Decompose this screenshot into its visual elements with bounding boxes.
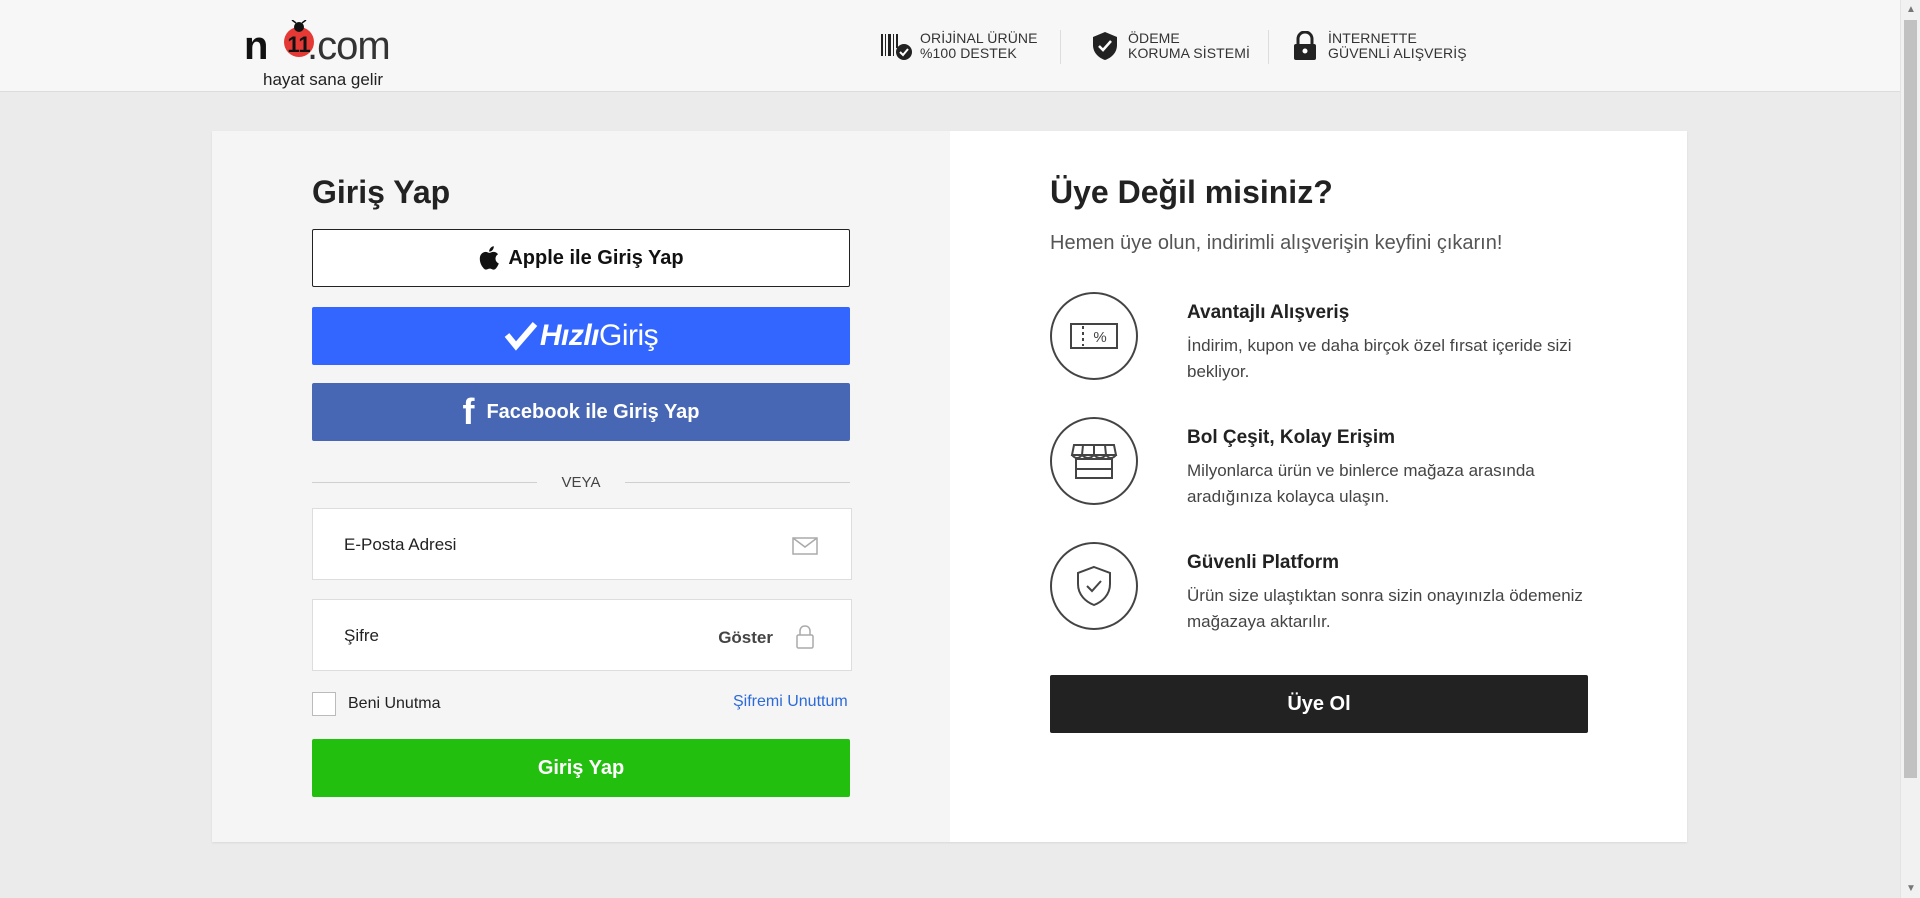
trust-original-products: ORİJİNAL ÜRÜNE %100 DESTEK (880, 28, 1038, 64)
barcode-check-icon (880, 29, 914, 63)
shield-check-icon (1088, 29, 1122, 63)
lock-icon (1288, 29, 1322, 63)
n11-logo[interactable]: n11.com 11 hayat sana gelir (244, 10, 414, 90)
trust-line-1: İNTERNETTE (1328, 30, 1417, 46)
storefront-icon (1050, 417, 1138, 505)
scroll-up-arrow-icon[interactable]: ▲ (1906, 4, 1916, 15)
facebook-login-button[interactable]: f Facebook ile Giriş Yap (312, 383, 850, 441)
password-placeholder: Şifre (344, 626, 379, 645)
signup-title: Üye Değil misiniz? (1050, 174, 1333, 210)
header-divider (1060, 30, 1061, 64)
trust-payment-protection: ÖDEME KORUMA SİSTEMİ (1088, 28, 1250, 64)
lock-icon (796, 625, 814, 649)
trust-line-1: ORİJİNAL ÜRÜNE (920, 30, 1038, 46)
ladybug-icon: 11 (284, 20, 314, 57)
feature-title: Bol Çeşit, Kolay Erişim (1187, 427, 1396, 448)
facebook-icon: f (462, 391, 475, 432)
forgot-password-link[interactable]: Şifremi Unuttum (733, 693, 848, 711)
feature-title: Güvenli Platform (1187, 552, 1340, 573)
feature-title: Avantajlı Alışveriş (1187, 302, 1350, 323)
scrollbar-thumb[interactable] (1904, 20, 1917, 778)
signup-panel: Üye Değil misiniz? Hemen üye olun, indir… (950, 131, 1687, 842)
remember-me-checkbox[interactable] (312, 692, 336, 716)
remember-me[interactable]: Beni Unutma (312, 692, 441, 716)
svg-text:%: % (1093, 329, 1106, 346)
signup-subtitle: Hemen üye olun, indirimli alışverişin ke… (1050, 232, 1503, 254)
trust-line-1: ÖDEME (1128, 30, 1180, 46)
logo-brand-prefix: n (244, 24, 268, 68)
logo-tagline: hayat sana gelir (263, 70, 384, 89)
hizli-label-part1: Hızlı (539, 319, 600, 352)
password-field[interactable]: Şifre Göster (312, 599, 852, 671)
envelope-icon (792, 537, 818, 555)
checkmark-icon (504, 322, 538, 351)
trust-line-2: %100 DESTEK (920, 45, 1017, 61)
feature-description: İndirim, kupon ve daha birçok özel fırsa… (1187, 336, 1572, 381)
remember-me-label: Beni Unutma (348, 695, 441, 712)
logo-brand-suffix: .com (306, 24, 391, 68)
feature-description: Ürün size ulaştıktan sonra sizin onayını… (1187, 586, 1583, 631)
scroll-down-arrow-icon[interactable]: ▼ (1906, 883, 1916, 894)
feature-item: Güvenli Platform Ürün size ulaştıktan so… (1050, 542, 1610, 632)
hizli-giris-button[interactable]: Hızlı Giriş (312, 307, 850, 365)
feature-item: Bol Çeşit, Kolay Erişim Milyonlarca ürün… (1050, 417, 1610, 507)
signup-button[interactable]: Üye Ol (1050, 675, 1588, 733)
trust-line-2: GÜVENLİ ALIŞVERİŞ (1328, 45, 1467, 61)
login-title: Giriş Yap (312, 174, 451, 210)
show-password-button[interactable]: Göster (718, 628, 773, 648)
header-divider (1268, 30, 1269, 64)
trust-line-2: KORUMA SİSTEMİ (1128, 45, 1250, 61)
svg-text:11: 11 (287, 32, 310, 57)
login-panel: Giriş Yap Apple ile Giriş Yap Hızlı Giriş… (212, 131, 950, 842)
or-divider: VEYA (312, 472, 850, 492)
feature-item: % Avantajlı Alışveriş İndirim, kupon ve … (1050, 292, 1610, 382)
page-scrollbar[interactable]: ▲ ▼ (1900, 0, 1920, 898)
login-submit-button[interactable]: Giriş Yap (312, 739, 850, 797)
facebook-login-label: Facebook ile Giriş Yap (486, 400, 700, 423)
trust-secure-shopping: İNTERNETTE GÜVENLİ ALIŞVERİŞ (1288, 28, 1467, 64)
apple-login-label: Apple ile Giriş Yap (508, 246, 684, 269)
discount-ticket-icon: % (1050, 292, 1138, 380)
apple-login-button[interactable]: Apple ile Giriş Yap (312, 229, 850, 287)
feature-description: Milyonlarca ürün ve binlerce mağaza aras… (1187, 461, 1535, 506)
email-placeholder: E-Posta Adresi (344, 535, 457, 554)
hizli-label-part2: Giriş (599, 319, 659, 352)
auth-card: Giriş Yap Apple ile Giriş Yap Hızlı Giriş… (212, 131, 1687, 842)
email-field[interactable]: E-Posta Adresi (312, 508, 852, 580)
site-header: n11.com 11 hayat sana gelir ORİJİNAL ÜRÜ… (0, 0, 1900, 92)
shield-check-icon (1050, 542, 1138, 630)
apple-icon (480, 246, 500, 270)
divider-line (625, 482, 850, 483)
